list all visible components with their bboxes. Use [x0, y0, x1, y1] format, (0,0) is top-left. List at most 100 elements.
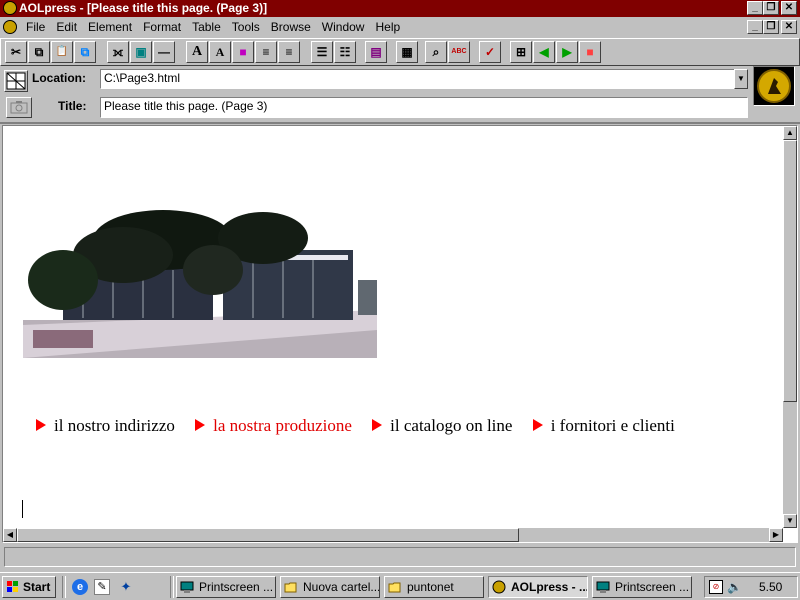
aolpress-icon: [492, 580, 506, 594]
red-triangle-icon: [195, 419, 206, 431]
editor-content[interactable]: il nostro indirizzo la nostra produzione…: [2, 125, 798, 543]
system-tray: ⊘ 🔈 5.50: [704, 576, 798, 598]
vertical-scroll-thumb[interactable]: [783, 140, 797, 402]
nav-link-label: il catalogo on line: [390, 416, 513, 435]
numbered-list-icon[interactable]: ☷: [334, 41, 356, 63]
bullet-list-icon[interactable]: ☰: [311, 41, 333, 63]
close-button[interactable]: ✕: [781, 1, 797, 15]
scroll-down-icon[interactable]: ▼: [783, 514, 797, 528]
link-icon[interactable]: ⟗: [107, 41, 129, 63]
forward-icon[interactable]: ▶: [556, 41, 578, 63]
back-icon[interactable]: ◀: [533, 41, 555, 63]
scheduler-icon[interactable]: ⊘: [709, 580, 723, 594]
volume-icon[interactable]: 🔈: [727, 579, 742, 595]
menu-edit[interactable]: Edit: [56, 20, 82, 34]
menu-window[interactable]: Window: [322, 20, 370, 34]
copy-icon[interactable]: ⧉: [28, 41, 50, 63]
align-center-icon[interactable]: ≡: [278, 41, 300, 63]
outlook-express-icon[interactable]: ✎: [94, 579, 110, 595]
building-photo: [23, 210, 377, 358]
location-label: Location:: [32, 71, 86, 85]
red-triangle-icon: [36, 419, 46, 431]
start-button[interactable]: Start: [2, 576, 56, 598]
page-icon[interactable]: ▤: [365, 41, 387, 63]
text-smaller-icon[interactable]: A: [209, 41, 231, 63]
spell-check-icon[interactable]: ABC: [448, 41, 470, 63]
horizontal-rule-icon[interactable]: —: [153, 41, 175, 63]
aolpress-logo: [753, 66, 795, 106]
minimize-button[interactable]: _: [747, 1, 763, 15]
nav-link-label: il nostro indirizzo: [54, 416, 175, 435]
nav-links: il nostro indirizzo la nostra produzione…: [36, 416, 756, 440]
task-label: Nuova cartel...: [303, 580, 380, 594]
paste-icon[interactable]: 📋: [51, 41, 73, 63]
menu-browse[interactable]: Browse: [271, 20, 316, 34]
scroll-left-icon[interactable]: ◀: [3, 528, 17, 542]
task-printscreen-1[interactable]: Printscreen ...: [176, 576, 276, 598]
cut-icon[interactable]: ✂: [5, 41, 27, 63]
restore-button[interactable]: ❐: [763, 1, 779, 15]
scroll-up-icon[interactable]: ▲: [783, 126, 797, 140]
taskbar-separator: [170, 576, 174, 598]
red-triangle-icon: [372, 419, 383, 431]
channels-icon[interactable]: ✦: [118, 579, 134, 595]
nav-link-fornitori[interactable]: i fornitori e clienti: [532, 416, 675, 436]
location-input[interactable]: C:\Page3.html: [100, 69, 736, 89]
vertical-scrollbar[interactable]: ▲ ▼: [783, 126, 797, 528]
status-bar: [4, 547, 796, 567]
task-puntonet[interactable]: puntonet: [384, 576, 484, 598]
doc-restore-button[interactable]: ❐: [763, 20, 779, 34]
menu-format[interactable]: Format: [143, 20, 186, 34]
internet-explorer-icon[interactable]: e: [72, 579, 88, 595]
text-cursor: [22, 500, 23, 518]
nav-link-label: i fornitori e clienti: [550, 416, 675, 435]
nav-link-catalogo[interactable]: il catalogo on line: [372, 416, 512, 436]
image-icon[interactable]: ▣: [130, 41, 152, 63]
aolpress-app-icon[interactable]: [3, 1, 17, 15]
folder-icon: [284, 582, 297, 593]
horizontal-scrollbar[interactable]: ◀ ▶: [3, 528, 783, 542]
taskbar-separator: [62, 576, 66, 598]
menu-file[interactable]: File: [26, 20, 50, 34]
camera-icon[interactable]: [6, 97, 32, 118]
printscreen-icon: [180, 581, 194, 593]
taskbar: Start e ✎ ✦ Printscreen ... Nuova cartel…: [0, 572, 800, 600]
align-left-icon[interactable]: ≡: [255, 41, 277, 63]
stop-icon[interactable]: ■: [579, 41, 601, 63]
task-printscreen-2[interactable]: Printscreen ...: [592, 576, 692, 598]
text-bigger-icon[interactable]: A: [186, 41, 208, 63]
task-aolpress[interactable]: AOLpress - ...: [488, 576, 588, 598]
menu-table[interactable]: Table: [192, 20, 226, 34]
scroll-right-icon[interactable]: ▶: [769, 528, 783, 542]
table-icon[interactable]: ▦: [396, 41, 418, 63]
location-dropdown-icon[interactable]: ▼: [734, 69, 748, 89]
task-label: AOLpress - ...: [511, 580, 588, 594]
doc-minimize-button[interactable]: _: [747, 20, 763, 34]
menu-help[interactable]: Help: [375, 20, 405, 34]
task-label: Printscreen ...: [199, 580, 274, 594]
red-triangle-icon: [532, 419, 543, 431]
paste-special-icon[interactable]: ⧉: [74, 41, 96, 63]
find-icon[interactable]: ⌕: [425, 41, 447, 63]
horizontal-scroll-thumb[interactable]: [17, 528, 519, 542]
color-icon[interactable]: ■: [232, 41, 254, 63]
document-menu-icon[interactable]: [3, 20, 17, 34]
nav-link-produzione[interactable]: la nostra produzione: [195, 416, 352, 436]
doc-close-button[interactable]: ✕: [781, 20, 797, 34]
title-input[interactable]: Please title this page. (Page 3): [100, 97, 748, 118]
menu-tools[interactable]: Tools: [232, 20, 265, 34]
menu-bar: File Edit Element Format Table Tools Bro…: [0, 18, 800, 37]
map-icon[interactable]: ⊞: [510, 41, 532, 63]
task-label: Printscreen ...: [615, 580, 690, 594]
task-label: puntonet: [407, 580, 454, 594]
toolbar: ✂ ⧉ 📋 ⧉ ⟗ ▣ — A A ■ ≡ ≡ ☰ ☷ ▤ ▦ ⌕ ABC ✓ …: [0, 38, 800, 66]
printscreen-icon: [596, 581, 610, 593]
nav-link-indirizzo[interactable]: il nostro indirizzo: [36, 416, 175, 436]
link-check-icon[interactable]: ✓: [479, 41, 501, 63]
menu-element[interactable]: Element: [88, 20, 137, 34]
task-nuova-cartella[interactable]: Nuova cartel...: [280, 576, 380, 598]
title-label: Title:: [58, 99, 87, 113]
folder-icon: [388, 582, 401, 593]
site-map-icon[interactable]: [4, 70, 28, 92]
clock[interactable]: 5.50: [759, 580, 782, 594]
